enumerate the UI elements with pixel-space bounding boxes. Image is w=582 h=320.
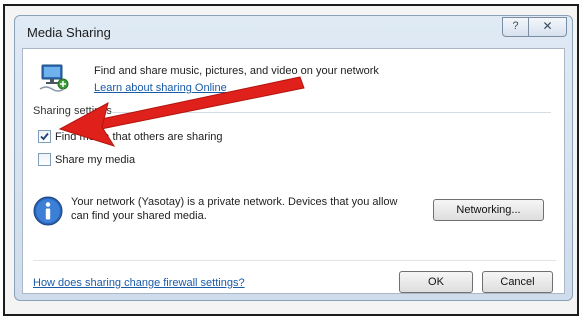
screenshot-frame: Media Sharing ? ✕ Find and share music, …: [3, 4, 579, 316]
title-bar[interactable]: Media Sharing ? ✕: [15, 16, 572, 48]
section-divider: [111, 112, 551, 113]
sharing-settings-label: Sharing settings: [33, 105, 112, 117]
footer-divider: [33, 260, 556, 261]
dialog-content: Find and share music, pictures, and vide…: [22, 48, 565, 294]
media-sharing-dialog: Media Sharing ? ✕ Find and share music, …: [14, 15, 573, 301]
media-network-icon: [39, 64, 69, 92]
share-my-media-checkbox[interactable]: [38, 153, 51, 166]
networking-button[interactable]: Networking...: [433, 199, 544, 221]
share-my-media-label: Share my media: [55, 154, 136, 166]
firewall-settings-link[interactable]: How does sharing change firewall setting…: [33, 277, 245, 289]
checkmark-icon: [40, 132, 49, 141]
ok-button[interactable]: OK: [399, 271, 473, 293]
find-media-label: Find media that others are sharing: [55, 131, 223, 143]
learn-about-sharing-link[interactable]: Learn about sharing Online: [94, 82, 227, 94]
close-button[interactable]: ✕: [528, 17, 567, 37]
intro-description: Find and share music, pictures, and vide…: [94, 65, 379, 77]
info-icon: [33, 196, 63, 226]
cancel-button[interactable]: Cancel: [482, 271, 553, 293]
window-title: Media Sharing: [27, 25, 111, 40]
network-status-text: Your network (Yasotay) is a private netw…: [71, 196, 398, 222]
find-media-checkbox[interactable]: [38, 130, 51, 143]
help-button[interactable]: ?: [502, 17, 529, 37]
